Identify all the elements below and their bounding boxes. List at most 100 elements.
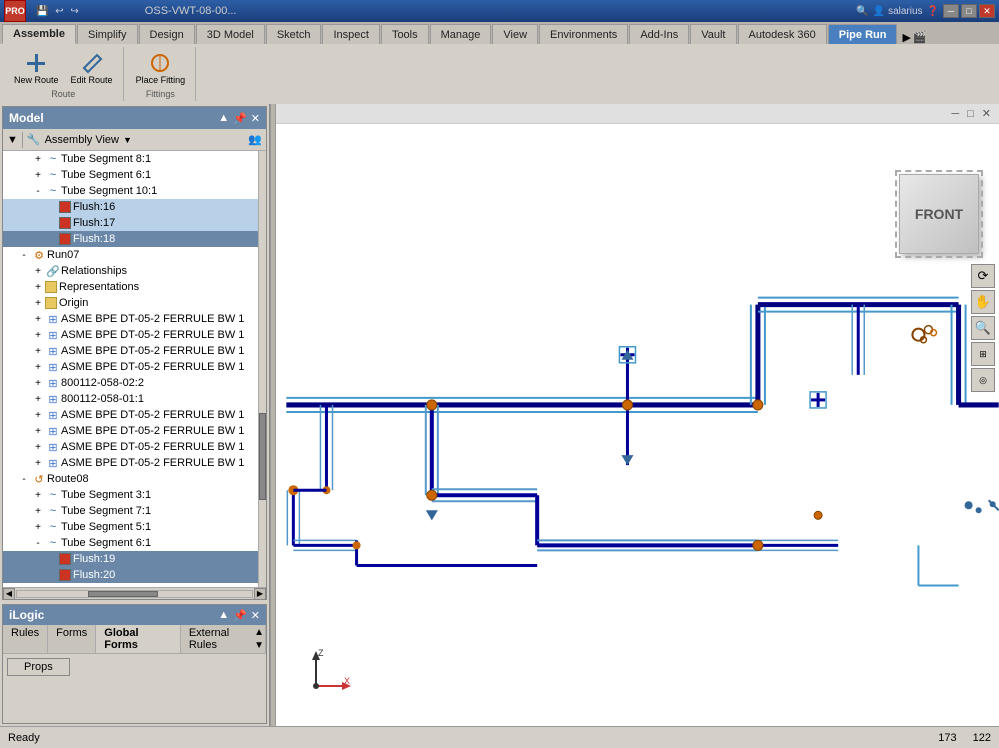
zoom-all-btn[interactable]: ⊞ (971, 342, 995, 366)
expand-asme6[interactable]: + (31, 424, 45, 438)
model-pin-icon[interactable]: 📌 (233, 112, 247, 125)
expand-tube8[interactable]: + (31, 152, 45, 166)
tree-item-route08[interactable]: - ↺ Route08 (3, 471, 264, 487)
tree-item-asme6[interactable]: + ⊞ ASME BPE DT-05-2 FERRULE BW 1 (3, 423, 264, 439)
redo-icon[interactable]: ↪ (70, 6, 78, 17)
tree-item-run07[interactable]: - ⚙ Run07 (3, 247, 264, 263)
filter-icon[interactable]: ▼ (7, 134, 18, 146)
tab-simplify[interactable]: Simplify (77, 24, 138, 44)
hscroll-track[interactable] (16, 590, 253, 598)
expand-asme3[interactable]: + (31, 344, 45, 358)
ilogic-pin-icon[interactable]: 📌 (233, 609, 247, 622)
assembly-view-dropdown[interactable]: ▼ (123, 135, 132, 145)
expand-tube10[interactable]: - (31, 184, 45, 198)
tree-item-flush-17[interactable]: Flush:17 (3, 215, 264, 231)
people-icon[interactable]: 👥 (248, 133, 262, 146)
ilogic-scroll-up[interactable]: ▲ (254, 627, 264, 638)
ilogic-tab-rules[interactable]: Rules (3, 625, 48, 653)
look-at-btn[interactable]: ◎ (971, 368, 995, 392)
tree-item-800112-058-02[interactable]: + ⊞ 800112-058-02:2 (3, 375, 264, 391)
tree-vscroll[interactable] (258, 151, 266, 587)
tab-assemble[interactable]: Assemble (2, 24, 76, 44)
zoom-tool-btn[interactable]: 🔍 (971, 316, 995, 340)
tree-item-asme7[interactable]: + ⊞ ASME BPE DT-05-2 FERRULE BW 1 (3, 439, 264, 455)
expand-tube6b[interactable]: - (31, 536, 45, 550)
ilogic-scroll-down[interactable]: ▼ (254, 640, 264, 651)
expand-relationships[interactable]: + (31, 264, 45, 278)
tree-item-tube-seg-7[interactable]: + ~ Tube Segment 7:1 (3, 503, 264, 519)
pan-tool-btn[interactable]: ✋ (971, 290, 995, 314)
expand-tube7[interactable]: + (31, 504, 45, 518)
tab-piperun[interactable]: Pipe Run (828, 24, 898, 44)
tree-item-tube-seg-5[interactable]: + ~ Tube Segment 5:1 (3, 519, 264, 535)
model-close-icon[interactable]: ✕ (251, 112, 260, 125)
more-tabs-icon[interactable]: ▶ (902, 31, 910, 44)
search-bar[interactable]: 🔍 (856, 6, 868, 17)
expand-800112-058-02[interactable]: + (31, 376, 45, 390)
tree-item-flush-19[interactable]: Flush:19 (3, 551, 264, 567)
maximize-button[interactable]: □ (961, 4, 977, 18)
model-expand-icon[interactable]: ▲ (218, 112, 229, 125)
ilogic-close-icon[interactable]: ✕ (251, 609, 260, 622)
tree-item-asme1[interactable]: + ⊞ ASME BPE DT-05-2 FERRULE BW 1 (3, 311, 264, 327)
hscroll-thumb[interactable] (88, 591, 159, 597)
ilogic-tab-global-forms[interactable]: Global Forms (96, 625, 181, 653)
help-icon[interactable]: ❓ (927, 6, 939, 17)
ilogic-expand-icon[interactable]: ▲ (218, 609, 229, 622)
tab-design[interactable]: Design (139, 24, 195, 44)
orbit-tool-btn[interactable]: ⟳ (971, 264, 995, 288)
ilogic-tab-forms[interactable]: Forms (48, 625, 96, 653)
expand-asme2[interactable]: + (31, 328, 45, 342)
expand-run07[interactable]: - (17, 248, 31, 262)
place-fitting-button[interactable]: Place Fitting (132, 49, 190, 87)
expand-asme8[interactable]: + (31, 456, 45, 470)
tree-item-asme2[interactable]: + ⊞ ASME BPE DT-05-2 FERRULE BW 1 (3, 327, 264, 343)
tree-item-asme5[interactable]: + ⊞ ASME BPE DT-05-2 FERRULE BW 1 (3, 407, 264, 423)
view-settings-icon[interactable]: 🎬 (913, 31, 927, 44)
expand-asme7[interactable]: + (31, 440, 45, 454)
tab-vault[interactable]: Vault (690, 24, 736, 44)
tree-item-representations[interactable]: + Representations (3, 279, 264, 295)
edit-route-button[interactable]: Edit Route (67, 49, 117, 87)
expand-asme4[interactable]: + (31, 360, 45, 374)
assembly-view-label[interactable]: Assembly View (45, 134, 119, 146)
tree-item-asme4[interactable]: + ⊞ ASME BPE DT-05-2 FERRULE BW 1 (3, 359, 264, 375)
tree-item-tube-segment-6a[interactable]: + ~ Tube Segment 6:1 (3, 167, 264, 183)
expand-tube5[interactable]: + (31, 520, 45, 534)
tree-item-flush-16[interactable]: Flush:16 (3, 199, 264, 215)
vscroll-thumb[interactable] (259, 413, 266, 500)
expand-asme1[interactable]: + (31, 312, 45, 326)
tree-item-800112-058-01[interactable]: + ⊞ 800112-058-01:1 (3, 391, 264, 407)
tab-manage[interactable]: Manage (430, 24, 492, 44)
tab-environments[interactable]: Environments (539, 24, 628, 44)
tree-item-tube-segment-10[interactable]: - ~ Tube Segment 10:1 (3, 183, 264, 199)
expand-tube6a[interactable]: + (31, 168, 45, 182)
tree-hscroll[interactable]: ◀ ▶ (3, 587, 266, 599)
viewport-close-button[interactable]: ✕ (978, 107, 995, 120)
nav-cube-face[interactable]: FRONT (899, 174, 979, 254)
expand-origin[interactable]: + (31, 296, 45, 310)
save-icon[interactable]: 💾 (36, 6, 48, 17)
viewport-minimize-button[interactable]: ─ (947, 108, 963, 120)
tab-3dmodel[interactable]: 3D Model (196, 24, 265, 44)
tab-sketch[interactable]: Sketch (266, 24, 322, 44)
expand-route08[interactable]: - (17, 472, 31, 486)
tree-item-flush-18[interactable]: Flush:18 (3, 231, 264, 247)
tree-item-tube-seg-6b[interactable]: - ~ Tube Segment 6:1 (3, 535, 264, 551)
expand-representations[interactable]: + (31, 280, 45, 294)
tree-item-asme3[interactable]: + ⊞ ASME BPE DT-05-2 FERRULE BW 1 (3, 343, 264, 359)
hscroll-left-btn[interactable]: ◀ (3, 588, 15, 600)
tab-autodesk360[interactable]: Autodesk 360 (738, 24, 827, 44)
tree-item-tube-segment-8[interactable]: + ~ Tube Segment 8:1 (3, 151, 264, 167)
tab-tools[interactable]: Tools (381, 24, 429, 44)
expand-800112-058-01[interactable]: + (31, 392, 45, 406)
undo-icon[interactable]: ↩ (55, 6, 63, 17)
expand-asme5[interactable]: + (31, 408, 45, 422)
close-button[interactable]: ✕ (979, 4, 995, 18)
tree-item-origin[interactable]: + Origin (3, 295, 264, 311)
tree-item-asme8[interactable]: + ⊞ ASME BPE DT-05-2 FERRULE BW 1 (3, 455, 264, 471)
tab-inspect[interactable]: Inspect (322, 24, 379, 44)
tab-view[interactable]: View (492, 24, 538, 44)
viewport-maximize-button[interactable]: □ (963, 108, 978, 120)
props-button[interactable]: Props (7, 658, 70, 676)
